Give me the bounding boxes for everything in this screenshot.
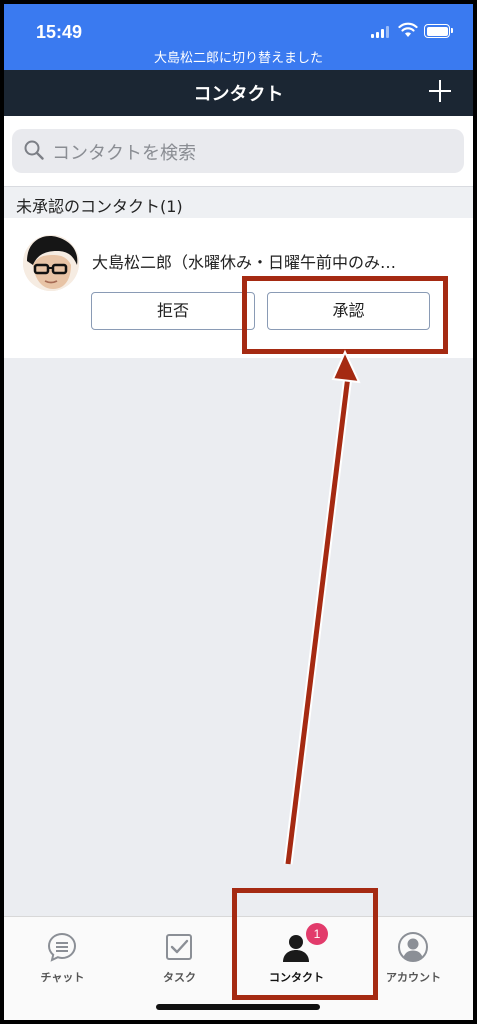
search-icon (24, 140, 44, 160)
account-switch-notice: 大島松二郎に切り替えました (153, 51, 323, 66)
pending-contacts-title: 未承認のコンタクト(1) (16, 197, 183, 216)
pending-contacts-header: 未承認のコンタクト(1) (4, 186, 473, 218)
contact-search-input[interactable]: コンタクトを検索 (12, 129, 464, 173)
wifi-icon (398, 22, 418, 37)
nav-bar: コンタクト (4, 70, 473, 116)
account-icon (398, 932, 428, 962)
status-bar: 15:49 大島松二郎に切り替えました (4, 4, 473, 70)
home-indicator (156, 1004, 320, 1010)
phone-screen: 15:49 大島松二郎に切り替えました コンタクト コンタクトを検索 未承認のコ… (4, 4, 473, 1020)
tab-chat[interactable]: チャット (4, 925, 121, 985)
contact-name: 大島松二郎（水曜休み・日曜午前中のみ… (92, 253, 397, 272)
reject-button[interactable]: 拒否 (91, 292, 255, 330)
page-title: コンタクト (193, 84, 284, 105)
search-area: コンタクトを検索 (4, 116, 473, 186)
tab-chat-label: チャット (40, 971, 85, 984)
contact-tab-highlight-box (232, 888, 378, 1000)
task-checkbox-icon (166, 934, 192, 960)
approve-highlight-box (242, 276, 448, 354)
chat-icon (47, 932, 77, 962)
tab-task-label: タスク (163, 971, 196, 984)
avatar (23, 235, 79, 291)
tab-task[interactable]: タスク (121, 925, 238, 985)
cellular-signal-icon (371, 26, 393, 38)
add-contact-plus-icon[interactable] (428, 79, 452, 103)
search-placeholder: コンタクトを検索 (52, 143, 196, 164)
battery-icon (424, 24, 453, 38)
status-time: 15:49 (36, 22, 83, 42)
